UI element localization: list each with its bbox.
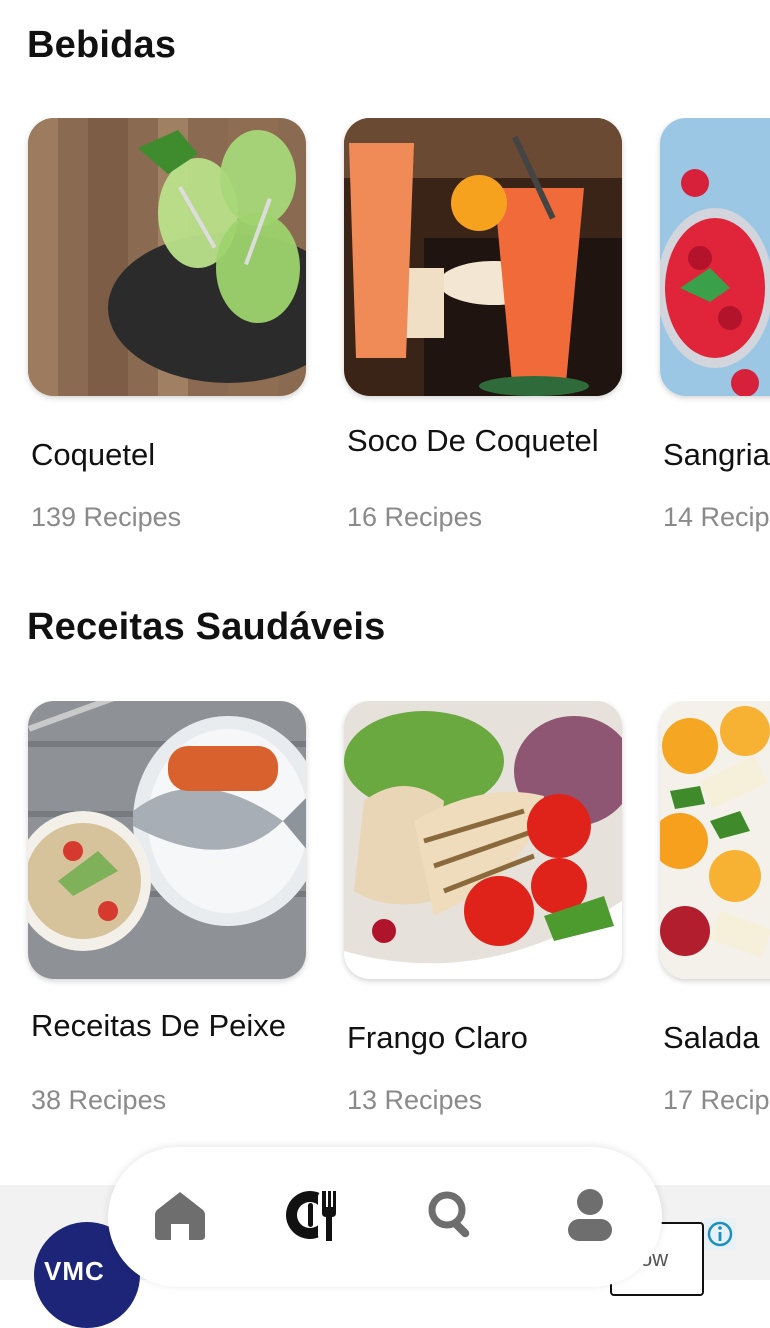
orange-cocktail-photo[interactable] — [344, 118, 622, 396]
category-card-coquetel[interactable]: Coquetel 139 Recipes — [28, 118, 308, 532]
home-icon — [155, 1192, 205, 1240]
category-card-receitas-de-peixe[interactable]: Receitas De Peixe 38 Recipes — [28, 701, 308, 1115]
bottom-navigation — [108, 1147, 662, 1287]
chef-utensils-icon — [286, 1191, 336, 1241]
ad-logo-text: VMC — [44, 1256, 105, 1286]
category-name: Soco De Coquetel — [347, 423, 599, 458]
green-cocktails-photo[interactable] — [28, 118, 306, 396]
search-icon — [428, 1191, 470, 1238]
fruit-salad-photo[interactable] — [660, 701, 770, 979]
carousel-receitas-saudaveis[interactable]: Receitas De Peixe 38 Recipes Frango Clar… — [0, 701, 770, 1121]
carousel-bebidas[interactable]: Coquetel 139 Recipes Soco De Coquetel 16… — [0, 118, 770, 538]
nav-search-button[interactable] — [422, 1185, 482, 1245]
category-name: Frango Claro — [347, 1020, 528, 1055]
info-icon[interactable] — [704, 1218, 736, 1250]
recipe-count: 13 Recipes — [347, 1085, 483, 1115]
category-card-soco-de-coquetel[interactable]: Soco De Coquetel 16 Recipes — [344, 118, 624, 532]
category-card-salada[interactable]: Salada 17 Recipes — [660, 701, 770, 1115]
raspberry-drink-photo[interactable] — [660, 118, 770, 396]
category-card-frango-claro[interactable]: Frango Claro 13 Recipes — [344, 701, 624, 1115]
category-name: Receitas De Peixe — [31, 1008, 287, 1043]
person-icon — [568, 1189, 612, 1241]
fish-dish-photo[interactable] — [28, 701, 306, 979]
nav-home-button[interactable] — [150, 1185, 210, 1245]
section-title-receitas-saudaveis: Receitas Saudáveis — [27, 606, 386, 648]
nav-profile-button[interactable] — [560, 1185, 620, 1245]
recipe-count: 38 Recipes — [31, 1085, 167, 1115]
category-card-sangria[interactable]: Sangria 14 Recipes — [660, 118, 770, 532]
chicken-salad-photo[interactable] — [344, 701, 622, 979]
section-title-bebidas: Bebidas — [27, 24, 177, 66]
recipe-count: 139 Recipes — [31, 502, 182, 532]
category-name: Sangria — [663, 437, 770, 472]
recipe-count: 14 Recipes — [663, 502, 770, 532]
recipe-count: 16 Recipes — [347, 502, 483, 532]
nav-recipes-button[interactable] — [284, 1185, 344, 1245]
recipe-count: 17 Recipes — [663, 1085, 770, 1115]
category-name: Salada — [663, 1020, 760, 1055]
category-name: Coquetel — [31, 437, 156, 472]
